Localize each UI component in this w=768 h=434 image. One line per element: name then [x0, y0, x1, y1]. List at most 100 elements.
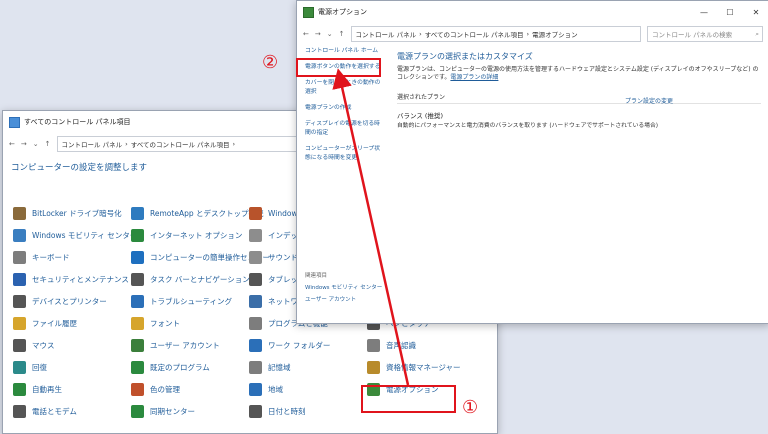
- control-panel-item-label: Windows モビリティ センター: [32, 231, 138, 240]
- control-panel-item-icon: [131, 405, 144, 418]
- link-lid-close-action[interactable]: カバーを閉じたときの動作の選択: [305, 77, 385, 95]
- control-panel-item-label: マウス: [32, 341, 55, 350]
- control-panel-item-icon: [13, 251, 26, 264]
- forward-arrow-icon[interactable]: →: [315, 30, 321, 38]
- control-panel-item[interactable]: BitLocker ドライブ暗号化: [13, 207, 122, 220]
- breadcrumb-item[interactable]: すべてのコントロール パネル項目: [425, 29, 524, 39]
- control-panel-item[interactable]: トラブルシューティング: [131, 295, 232, 308]
- breadcrumb-item[interactable]: コントロール パネル: [356, 29, 417, 39]
- control-panel-item[interactable]: サウンド: [249, 251, 298, 264]
- control-panel-item-label: 日付と時刻: [268, 407, 306, 416]
- control-panel-item[interactable]: ワーク フォルダー: [249, 339, 330, 352]
- chevron-down-icon[interactable]: ⌄: [33, 140, 39, 148]
- link-create-power-plan[interactable]: 電源プランの作成: [305, 102, 385, 111]
- breadcrumb[interactable]: コントロール パネル › すべてのコントロール パネル項目 › 電源オプション: [350, 26, 641, 42]
- power-plan-details-link[interactable]: 電源プランの詳細: [450, 74, 498, 81]
- link-sleep-time[interactable]: コンピューターがスリープ状態になる時間を変更: [305, 143, 385, 161]
- control-panel-item-icon: [249, 361, 262, 374]
- link-display-off-time[interactable]: ディスプレイの電源を切る時間の指定: [305, 118, 385, 136]
- control-panel-item-icon: [131, 229, 144, 242]
- control-panel-item-icon: [13, 317, 26, 330]
- control-panel-item-label: フォント: [150, 319, 180, 328]
- control-panel-item-label: 既定のプログラム: [150, 363, 210, 372]
- control-panel-item[interactable]: キーボード: [13, 251, 70, 264]
- related-link-mobility-center[interactable]: Windows モビリティ センター: [305, 283, 382, 291]
- close-icon[interactable]: ✕: [743, 8, 768, 17]
- control-panel-item[interactable]: フォント: [131, 317, 180, 330]
- control-panel-item-icon: [249, 383, 262, 396]
- control-panel-item[interactable]: 資格情報マネージャー: [367, 361, 460, 374]
- control-panel-item-label: サウンド: [268, 253, 298, 262]
- control-panel-item[interactable]: Windows モビリティ センター: [13, 229, 137, 242]
- breadcrumb-item[interactable]: すべてのコントロール パネル項目: [131, 139, 230, 149]
- control-panel-item-icon: [13, 383, 26, 396]
- control-panel-item[interactable]: 日付と時刻: [249, 405, 306, 418]
- minimize-icon[interactable]: —: [691, 8, 717, 17]
- control-panel-item-icon: [13, 339, 26, 352]
- address-bar: ← → ⌄ ↑ コントロール パネル › すべてのコントロール パネル項目 › 電源…: [297, 23, 768, 45]
- control-panel-item-label: キーボード: [32, 253, 70, 262]
- control-panel-item-icon: [249, 295, 262, 308]
- annotation-number-2: ②: [262, 52, 279, 73]
- control-panel-item-label: 音声認識: [386, 341, 416, 350]
- control-panel-item-icon: [249, 405, 262, 418]
- up-arrow-icon[interactable]: ↑: [45, 140, 51, 148]
- control-panel-item[interactable]: ユーザー アカウント: [131, 339, 220, 352]
- breadcrumb-item[interactable]: 電源オプション: [532, 29, 578, 39]
- forward-arrow-icon[interactable]: →: [21, 140, 27, 148]
- up-arrow-icon[interactable]: ↑: [339, 30, 345, 38]
- control-panel-item[interactable]: 色の管理: [131, 383, 180, 396]
- annotation-number-1: ①: [462, 397, 479, 418]
- maximize-icon[interactable]: ☐: [717, 8, 743, 17]
- control-panel-item-icon: [13, 295, 26, 308]
- breadcrumb-item[interactable]: コントロール パネル: [62, 139, 123, 149]
- control-panel-item[interactable]: 同期センター: [131, 405, 195, 418]
- related-link-user-accounts[interactable]: ユーザー アカウント: [305, 295, 382, 303]
- control-panel-item[interactable]: 自動再生: [13, 383, 62, 396]
- back-arrow-icon[interactable]: ←: [9, 140, 15, 148]
- control-panel-icon: [9, 116, 20, 128]
- control-panel-item-icon: [131, 361, 144, 374]
- control-panel-item[interactable]: 音声認識: [367, 339, 416, 352]
- control-panel-item-label: 電話とモデム: [32, 407, 77, 416]
- control-panel-item[interactable]: インターネット オプション: [131, 229, 242, 242]
- control-panel-item-label: タスク バーとナビゲーション: [150, 275, 250, 284]
- control-panel-item-icon: [249, 251, 262, 264]
- control-panel-item-icon: [131, 339, 144, 352]
- control-panel-item-label: 同期センター: [150, 407, 195, 416]
- control-panel-item[interactable]: 既定のプログラム: [131, 361, 210, 374]
- control-panel-item-icon: [249, 207, 262, 220]
- control-panel-item[interactable]: RemoteApp とデスクトップ接続: [131, 207, 263, 220]
- change-plan-settings-link[interactable]: プラン設定の変更: [625, 96, 673, 105]
- control-panel-item[interactable]: 記憶域: [249, 361, 291, 374]
- search-input[interactable]: コントロール パネルの検索 ⌕: [647, 26, 763, 42]
- control-panel-item[interactable]: 回復: [13, 361, 47, 374]
- control-panel-item-label: 記憶域: [268, 363, 291, 372]
- plan-description: 自動的にパフォーマンスと電力消費のバランスを取ります (ハードウェアでサポートさ…: [397, 123, 659, 130]
- control-panel-item[interactable]: タスク バーとナビゲーション: [131, 273, 250, 286]
- control-panel-item[interactable]: 地域: [249, 383, 283, 396]
- plan-name[interactable]: バランス (推奨): [397, 110, 761, 120]
- related-section: 関連項目 Windows モビリティ センター ユーザー アカウント: [305, 271, 382, 303]
- chevron-down-icon[interactable]: ⌄: [327, 30, 333, 38]
- control-panel-item-icon: [367, 339, 380, 352]
- control-panel-item-label: BitLocker ドライブ暗号化: [32, 209, 122, 218]
- control-panel-item-label: 自動再生: [32, 385, 62, 394]
- control-panel-item[interactable]: マウス: [13, 339, 55, 352]
- control-panel-item-icon: [13, 207, 26, 220]
- control-panel-item-label: 資格情報マネージャー: [386, 363, 461, 372]
- control-panel-item-icon: [249, 229, 262, 242]
- control-panel-item-icon: [131, 273, 144, 286]
- control-panel-item[interactable]: セキュリティとメンテナンス: [13, 273, 129, 286]
- search-placeholder: コントロール パネルの検索: [652, 31, 733, 39]
- control-panel-item[interactable]: デバイスとプリンター: [13, 295, 107, 308]
- control-panel-item[interactable]: 電話とモデム: [13, 405, 77, 418]
- window-title: 電源オプション: [318, 8, 367, 16]
- control-panel-item-label: ワーク フォルダー: [268, 341, 331, 350]
- title-bar: 電源オプション — ☐ ✕: [297, 1, 768, 23]
- control-panel-item-label: トラブルシューティング: [150, 297, 233, 306]
- control-panel-item[interactable]: ファイル履歴: [13, 317, 77, 330]
- link-control-panel-home[interactable]: コントロール パネル ホーム: [305, 45, 385, 54]
- control-panel-item-icon: [13, 229, 26, 242]
- back-arrow-icon[interactable]: ←: [303, 30, 309, 38]
